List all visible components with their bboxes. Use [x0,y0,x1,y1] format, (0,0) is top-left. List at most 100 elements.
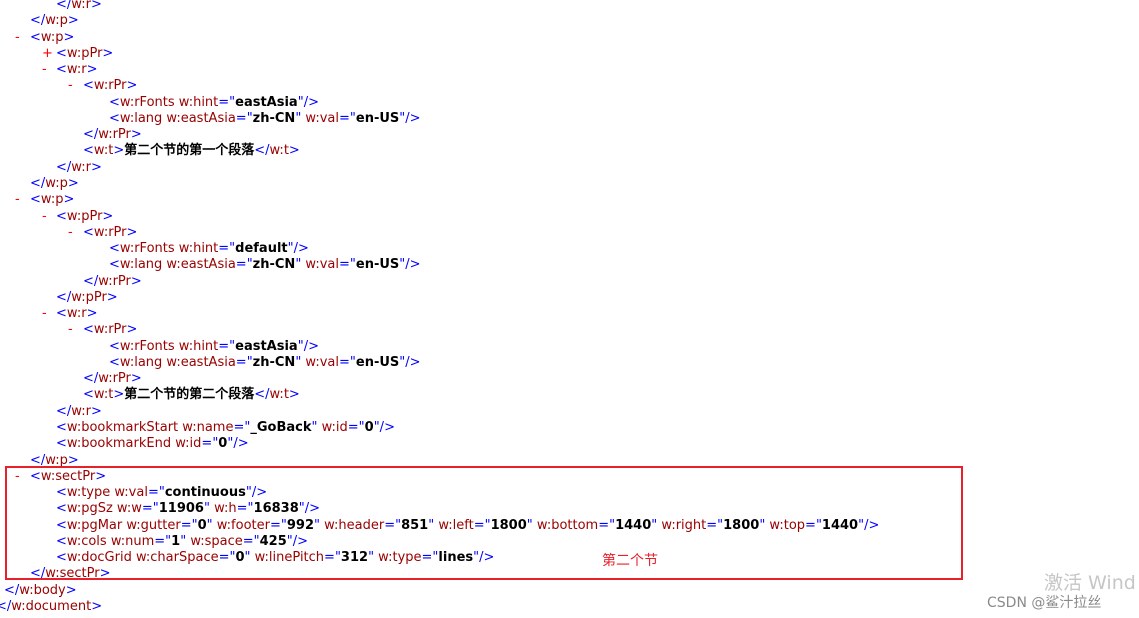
xml-attribute-value: 0 [218,436,228,451]
xml-attribute-value: eastAsia [235,339,298,354]
xml-element-name: w:t [269,143,289,158]
xml-punctuation: </ [254,143,270,158]
xml-punctuation: =" [233,420,251,435]
xml-element-name: w:p [40,30,64,45]
xml-line: <w:rFonts w:hint="default"/> [109,241,309,257]
xml-punctuation: > [126,225,138,240]
xml-attribute-name: w:eastAsia [162,257,236,272]
xml-line: <w:r> [56,306,97,322]
xml-attribute-name: w:id [317,420,348,435]
collapse-toggle[interactable]: - [15,30,20,46]
xml-punctuation: < [109,95,120,110]
xml-element-name: w:body [19,583,66,598]
xml-punctuation: > [86,62,98,77]
xml-attribute-value: zh-CN [252,355,296,370]
xml-punctuation: </ [56,160,72,175]
xml-attribute-name: w:name [178,420,234,435]
xml-attribute-value: 0 [364,420,374,435]
windows-activation-watermark: 激活 Wind [1044,572,1136,594]
xml-punctuation: "/> [227,436,249,451]
xml-punctuation: =" [201,436,219,451]
xml-line: <w:lang w:eastAsia="zh-CN" w:val="en-US"… [109,257,421,273]
xml-element-name: w:lang [119,257,163,272]
xml-punctuation: < [109,355,120,370]
collapse-toggle[interactable]: - [42,209,47,225]
xml-punctuation: < [83,322,94,337]
xml-element-name: w:t [93,143,114,158]
xml-punctuation: > [106,290,118,305]
xml-punctuation: > [67,176,79,191]
xml-punctuation: =" [235,257,253,272]
xml-punctuation: > [90,160,102,175]
collapse-toggle[interactable]: - [42,306,47,322]
xml-punctuation: =" [218,95,236,110]
xml-element-name: w:pPr [66,46,103,61]
xml-punctuation: "/> [287,241,309,256]
xml-attribute-name: w:val [301,355,340,370]
xml-line: <w:rPr> [83,225,137,241]
xml-punctuation: > [86,306,98,321]
expand-toggle[interactable]: + [42,46,53,62]
xml-line: </w:p> [30,176,79,192]
xml-punctuation: > [113,143,125,158]
collapse-toggle[interactable]: - [42,62,47,78]
xml-element-name: w:rPr [98,274,131,289]
xml-attribute-name: w:id [171,436,202,451]
xml-punctuation: </ [30,176,46,191]
xml-punctuation: > [130,127,142,142]
xml-punctuation: < [56,306,67,321]
xml-line: </w:rPr> [83,371,142,387]
xml-element-name: w:rPr [98,371,131,386]
xml-attribute-name: w:val [301,111,340,126]
xml-punctuation: < [83,387,94,402]
xml-attribute-value: en-US [355,355,400,370]
xml-attribute-name: w:hint [174,339,219,354]
collapse-toggle[interactable]: - [68,225,73,241]
xml-punctuation: > [102,209,114,224]
xml-punctuation: =" [339,111,356,126]
xml-punctuation: </ [4,583,20,598]
xml-element-name: w:rFonts [119,339,175,354]
xml-attribute-value: en-US [355,257,400,272]
xml-element-name: w:p [45,176,68,191]
xml-line: <w:pPr> [56,209,113,225]
xml-element-name: w:r [71,0,91,12]
xml-punctuation: < [83,143,94,158]
xml-punctuation: < [109,241,120,256]
xml-line: <w:rFonts w:hint="eastAsia"/> [109,95,319,111]
xml-punctuation: > [90,0,102,12]
xml-punctuation: </ [30,13,46,28]
xml-element-name: w:rPr [98,127,131,142]
collapse-toggle[interactable]: - [68,322,73,338]
xml-attribute-value: default [235,241,288,256]
xml-attribute-value: _GoBack [250,420,312,435]
xml-punctuation: =" [347,420,365,435]
xml-element-name: w:rPr [93,322,127,337]
xml-punctuation: < [83,78,94,93]
xml-element-name: w:p [40,192,64,207]
xml-element-name: w:p [45,13,68,28]
xml-punctuation: > [91,599,103,614]
xml-punctuation: </ [56,290,72,305]
xml-attribute-value: zh-CN [252,111,296,126]
xml-punctuation: < [83,225,94,240]
xml-line: </w:rPr> [83,127,142,143]
collapse-toggle[interactable]: - [15,192,20,208]
xml-punctuation: < [109,257,120,272]
xml-attribute-value: eastAsia [235,95,298,110]
xml-punctuation: =" [235,111,253,126]
xml-element-name: w:pPr [66,209,103,224]
xml-punctuation: </ [83,274,99,289]
xml-attribute-name: w:eastAsia [162,111,236,126]
xml-punctuation: =" [339,355,356,370]
xml-line: </w:p> [30,13,79,29]
xml-line: <w:bookmarkEnd w:id="0"/> [56,436,249,452]
xml-element-name: w:rPr [93,78,127,93]
sectpr-highlight-box [5,466,963,580]
xml-punctuation: > [102,46,114,61]
xml-line: <w:t>第二个节的第一个段落</w:t> [83,143,300,159]
collapse-toggle[interactable]: - [68,78,73,94]
xml-punctuation: > [65,583,77,598]
xml-punctuation: "/> [399,111,421,126]
xml-punctuation: > [288,387,300,402]
